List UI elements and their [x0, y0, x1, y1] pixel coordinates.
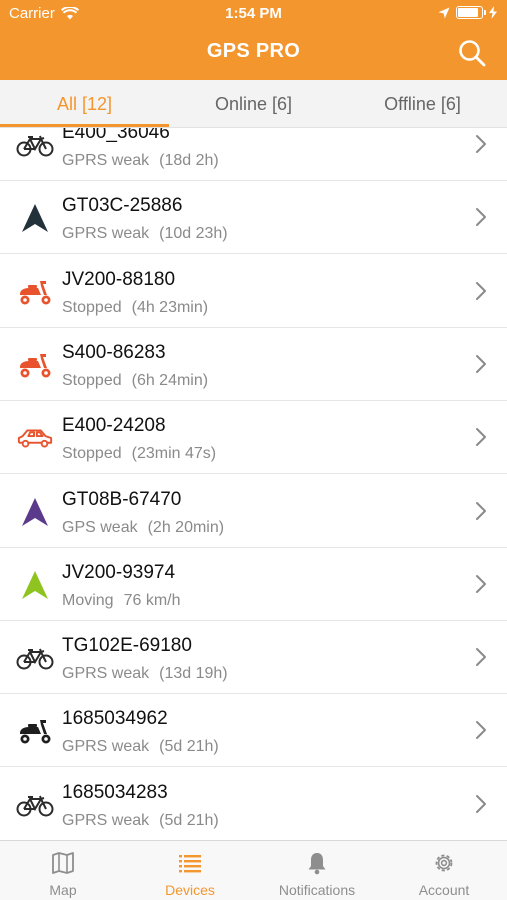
device-name: 1685034283: [62, 781, 168, 803]
filter-tabs: All [12] Online [6] Offline [6]: [0, 80, 507, 128]
scooter-icon: [16, 712, 54, 750]
map-icon: [52, 852, 74, 874]
tab-offline[interactable]: Offline [6]: [338, 80, 507, 128]
status-time: 1:54 PM: [225, 5, 282, 22]
device-status-line: GPRS weak (13d 19h): [62, 665, 228, 683]
device-duration: (5d 21h): [159, 738, 219, 756]
device-status: GPRS weak: [62, 665, 150, 683]
device-status-line: Stopped (23min 47s): [62, 445, 216, 463]
chevron-right-icon: [476, 501, 486, 520]
device-row[interactable]: 1685034283 GPRS weak (5d 21h): [0, 767, 507, 840]
tabbar-item-notifications[interactable]: Notifications: [254, 841, 380, 900]
device-name: GT03C-25886: [62, 195, 183, 217]
device-name: E400_36046: [62, 128, 170, 143]
charging-bolt-icon: [489, 6, 497, 19]
device-name: JV200-93974: [62, 561, 176, 583]
chevron-right-icon: [476, 794, 486, 813]
device-row[interactable]: TG102E-69180 GPRS weak (13d 19h): [0, 621, 507, 695]
device-row[interactable]: 1685034962 GPRS weak (5d 21h): [0, 694, 507, 768]
status-bar: Carrier 1:54 PM: [0, 0, 507, 28]
chevron-right-icon: [476, 428, 486, 447]
device-status: GPRS weak: [62, 811, 150, 829]
list-icon: [179, 855, 201, 873]
chevron-right-icon: [476, 721, 486, 740]
device-row[interactable]: GT03C-25886 GPRS weak (10d 23h): [0, 181, 507, 255]
scooter-icon: [16, 273, 54, 311]
device-duration: (13d 19h): [159, 665, 228, 683]
device-duration: (10d 23h): [159, 225, 228, 243]
tab-online[interactable]: Online [6]: [169, 80, 338, 128]
device-duration: (2h 20min): [147, 518, 225, 536]
device-status-line: Stopped (4h 23min): [62, 299, 208, 317]
chevron-right-icon: [476, 135, 486, 153]
chevron-right-icon: [476, 648, 486, 667]
search-icon[interactable]: [457, 38, 487, 68]
device-duration: (4h 23min): [131, 298, 209, 316]
device-status: GPRS weak: [62, 738, 150, 756]
navigation-arrow-icon: [16, 566, 54, 604]
bicycle-icon: [16, 128, 54, 164]
device-duration: (18d 2h): [159, 152, 219, 169]
device-name: GT08B-67470: [62, 488, 182, 510]
tabbar-label-account: Account: [418, 882, 470, 898]
device-duration: 76 km/h: [123, 591, 181, 609]
page-title: GPS PRO: [206, 40, 301, 62]
tabbar-item-map[interactable]: Map: [0, 841, 126, 900]
active-tab-indicator: [0, 124, 169, 127]
navigation-arrow-icon: [16, 199, 54, 237]
gear-icon: [435, 854, 453, 872]
device-status: GPS weak: [62, 518, 138, 536]
device-status: GPRS weak: [62, 152, 150, 169]
scooter-icon: [16, 346, 54, 384]
bottom-tab-bar: Map Devices Notifications Account: [0, 840, 507, 900]
device-status-line: Stopped (6h 24min): [62, 372, 208, 390]
chevron-right-icon: [476, 208, 486, 227]
chevron-right-icon: [476, 354, 486, 373]
device-name: S400-86283: [62, 341, 166, 363]
device-row[interactable]: S400-86283 Stopped (6h 24min): [0, 327, 507, 401]
device-name: E400-24208: [62, 415, 166, 437]
bicycle-icon: [16, 639, 54, 677]
device-name: TG102E-69180: [62, 635, 192, 657]
tab-all[interactable]: All [12]: [0, 80, 169, 128]
tabbar-label-devices: Devices: [165, 882, 215, 898]
app-header: Carrier 1:54 PM GPS PRO: [0, 0, 507, 80]
car-icon: [16, 419, 54, 457]
tabbar-item-devices[interactable]: Devices: [127, 841, 253, 900]
chevron-right-icon: [476, 281, 486, 300]
tabbar-label-notifications: Notifications: [278, 882, 356, 898]
device-row[interactable]: JV200-93974 Moving 76 km/h: [0, 547, 507, 621]
device-status-line: GPRS weak (5d 21h): [62, 812, 219, 830]
location-arrow-icon: [438, 7, 450, 18]
tabbar-label-map: Map: [49, 882, 77, 898]
device-status-line: GPRS weak (5d 21h): [62, 738, 219, 756]
bell-icon: [308, 853, 326, 875]
device-row[interactable]: E400_36046 GPRS weak (18d 2h): [0, 128, 507, 181]
navigation-arrow-icon: [16, 493, 54, 531]
device-name: JV200-88180: [62, 268, 176, 290]
device-name: 1685034962: [62, 708, 168, 730]
bicycle-icon: [16, 786, 54, 824]
device-status: Moving: [62, 591, 114, 609]
chevron-right-icon: [476, 574, 486, 593]
tabbar-item-account[interactable]: Account: [381, 841, 507, 900]
device-status: Stopped: [62, 371, 122, 389]
device-status: Stopped: [62, 298, 122, 316]
device-row[interactable]: JV200-88180 Stopped (4h 23min): [0, 254, 507, 328]
device-status-line: GPS weak (2h 20min): [62, 519, 224, 537]
device-row[interactable]: GT08B-67470 GPS weak (2h 20min): [0, 474, 507, 548]
device-status-line: GPRS weak (10d 23h): [62, 225, 228, 243]
device-duration: (23min 47s): [131, 445, 217, 463]
device-status: Stopped: [62, 445, 122, 463]
battery-icon: [456, 6, 486, 19]
device-status: GPRS weak: [62, 225, 150, 243]
device-duration: (5d 21h): [159, 811, 219, 829]
device-list: E400_36046 GPRS weak (18d 2h) GT03C-25886 GP…: [0, 128, 507, 840]
device-status-line: Moving 76 km/h: [62, 592, 181, 610]
device-duration: (6h 24min): [131, 371, 209, 389]
device-status-line: GPRS weak (18d 2h): [62, 152, 219, 170]
device-row[interactable]: E400-24208 Stopped (23min 47s): [0, 401, 507, 475]
